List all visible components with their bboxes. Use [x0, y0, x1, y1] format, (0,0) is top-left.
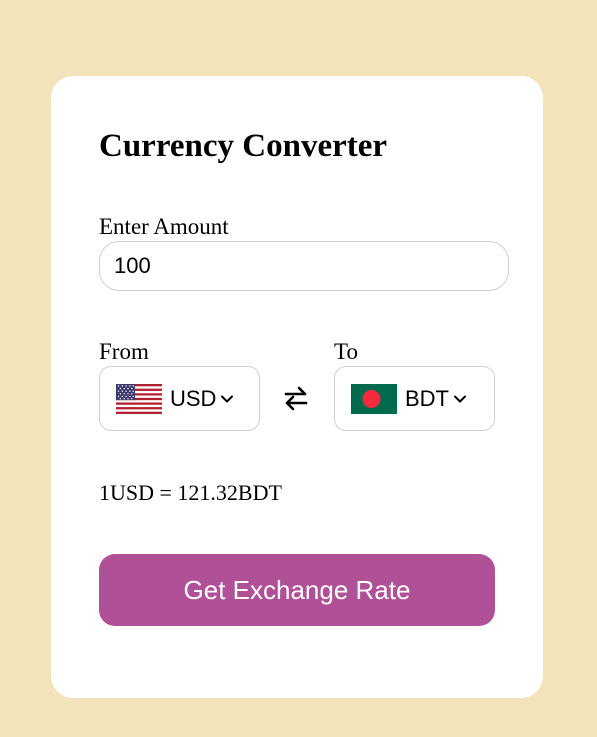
- page-title: Currency Converter: [99, 128, 388, 164]
- from-label: From: [99, 339, 149, 364]
- amount-label: Enter Amount: [99, 214, 229, 239]
- get-exchange-rate-button[interactable]: Get Exchange Rate: [99, 554, 495, 626]
- chevron-down-icon: [454, 395, 466, 402]
- bd-flag-icon: [351, 383, 397, 414]
- from-currency-select[interactable]: USD: [99, 366, 260, 431]
- to-currency-code: BDT: [405, 385, 449, 411]
- from-currency-code: USD: [170, 385, 217, 411]
- us-flag-icon: [116, 383, 162, 414]
- converter-card: Currency Converter Enter Amount From USD: [51, 76, 543, 698]
- chevron-down-icon: [221, 395, 234, 402]
- to-label: To: [334, 339, 358, 364]
- exchange-rate-result: 1USD = 121.32BDT: [99, 480, 282, 505]
- amount-input[interactable]: [99, 241, 509, 291]
- to-currency-select[interactable]: BDT: [334, 366, 495, 431]
- swap-arrows-icon[interactable]: [283, 383, 309, 413]
